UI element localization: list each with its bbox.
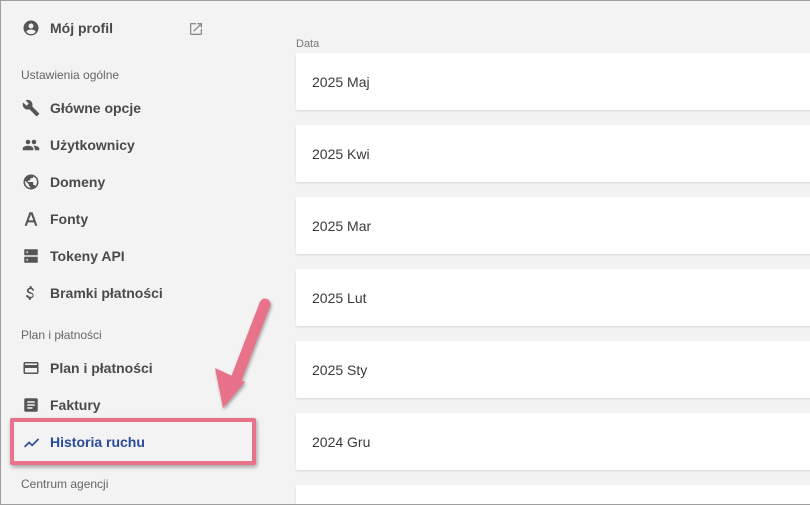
sidebar-item-label: Główne opcje — [50, 100, 142, 116]
server-icon — [22, 247, 40, 265]
dollar-icon — [22, 284, 40, 302]
highlight-annotation — [10, 418, 256, 465]
row-date: 2025 Maj — [312, 73, 370, 90]
table-row[interactable]: 2025 Lut — [296, 269, 810, 326]
sidebar-item-label: Tokeny API — [50, 248, 125, 264]
globe-icon — [22, 173, 40, 191]
table-row[interactable]: 2025 Kwi — [296, 125, 810, 182]
table-row[interactable]: 2025 Maj — [296, 53, 810, 110]
sidebar-item-label: Fonty — [50, 211, 89, 227]
annotation-arrow-icon — [215, 298, 271, 408]
sidebar-item-fonts[interactable]: Fonty — [22, 207, 88, 231]
column-header-date[interactable]: Data — [296, 38, 319, 50]
document-icon — [22, 396, 40, 414]
section-label-billing: Plan i płatności — [21, 328, 102, 342]
sidebar-item-invoices[interactable]: Faktury — [22, 393, 101, 417]
sidebar-item-domains[interactable]: Domeny — [22, 170, 105, 194]
table-row[interactable]: 2025 Sty — [296, 341, 810, 398]
font-icon — [22, 210, 40, 228]
row-date: 2025 Kwi — [312, 145, 370, 162]
sidebar: Mój profil Ustawienia ogólne Główne opcj… — [0, 0, 275, 505]
account-circle-icon — [22, 19, 40, 37]
sidebar-item-label: Bramki płatności — [50, 285, 163, 301]
sidebar-item-label: Domeny — [50, 174, 106, 190]
sidebar-item-label: Użytkownicy — [50, 137, 135, 153]
people-icon — [22, 136, 40, 154]
row-date: 2025 Mar — [312, 217, 372, 234]
sidebar-item-api-tokens[interactable]: Tokeny API — [22, 244, 125, 268]
section-label-agency: Centrum agencji — [21, 477, 109, 491]
row-date: 2025 Lut — [312, 289, 367, 306]
sidebar-item-my-profile[interactable]: Mój profil — [22, 16, 113, 40]
external-link-icon[interactable] — [188, 21, 204, 37]
sidebar-item-label: Plan i płatności — [50, 360, 153, 376]
table-row[interactable]: 2025 Mar — [296, 197, 810, 254]
credit-card-icon — [22, 359, 40, 377]
table-row[interactable]: 2024 Gru — [296, 413, 810, 470]
row-date: 2024 Gru — [312, 433, 371, 450]
sidebar-item-payment-gateways[interactable]: Bramki płatności — [22, 281, 163, 305]
row-date: 2025 Sty — [312, 361, 368, 378]
table-row[interactable] — [296, 485, 810, 505]
section-label-general: Ustawienia ogólne — [21, 68, 120, 82]
sidebar-item-users[interactable]: Użytkownicy — [22, 133, 135, 157]
sidebar-item-label: Faktury — [50, 397, 101, 413]
wrench-icon — [22, 99, 40, 117]
sidebar-item-label: Mój profil — [50, 20, 113, 36]
sidebar-item-plan-billing[interactable]: Plan i płatności — [22, 356, 153, 380]
sidebar-item-main-options[interactable]: Główne opcje — [22, 96, 141, 120]
main-content: Data 2025 Maj 2025 Kwi 2025 Mar 2025 Lut… — [296, 0, 810, 505]
